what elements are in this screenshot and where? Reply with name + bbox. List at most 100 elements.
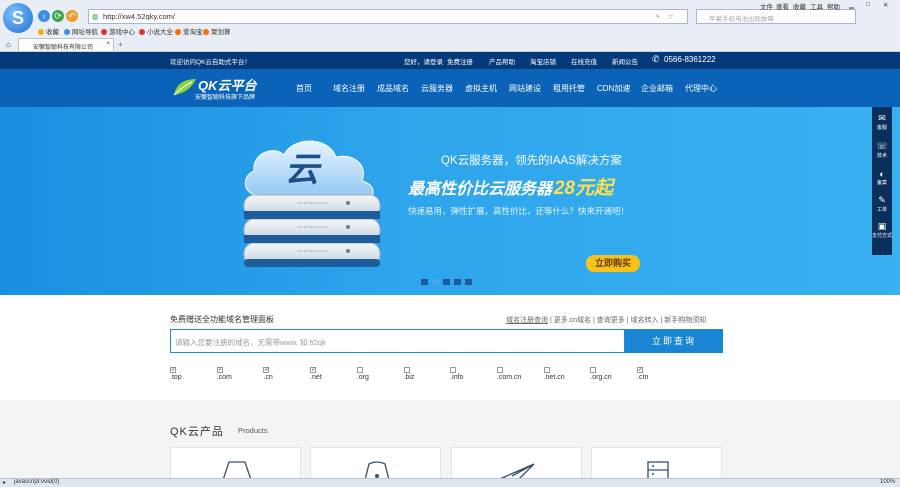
- nav-finished-domain[interactable]: 成品域名: [377, 83, 409, 94]
- shopping-guide-link[interactable]: 新手购物须知: [664, 317, 706, 324]
- fav-juhuasuan[interactable]: 聚划算: [203, 26, 231, 36]
- browser-search-input[interactable]: 苹果手机电池出现故障: [696, 9, 856, 24]
- home-icon[interactable]: ⌂: [6, 40, 11, 49]
- fav-games[interactable]: 游戏中心: [101, 26, 135, 36]
- checkbox-checked-icon[interactable]: ✓: [637, 367, 643, 373]
- carousel-dot-4[interactable]: [454, 279, 461, 285]
- minimize-icon[interactable]: ▁: [849, 1, 854, 9]
- sidebar-service[interactable]: ✉ 客服: [872, 113, 892, 131]
- product-card-2[interactable]: [310, 447, 441, 480]
- banner-line3: 快速易用，弹性扩展，高性价比，还等什么？快来开通吧！: [408, 206, 630, 216]
- checkbox-icon[interactable]: [450, 367, 457, 373]
- fav-nav[interactable]: 网址导航: [64, 26, 98, 36]
- fav-novels[interactable]: 小说大全: [139, 26, 173, 36]
- nav-agent[interactable]: 代理中心: [685, 83, 717, 94]
- edit-icon: ✎: [878, 195, 886, 205]
- zoom-level[interactable]: 100%: [880, 479, 895, 485]
- fav-taobao[interactable]: 爱淘宝: [175, 26, 203, 36]
- lightning-icon[interactable]: ⚡: [655, 12, 660, 21]
- domain-extension-0[interactable]: ✓ .top: [170, 367, 182, 381]
- domain-extension-8[interactable]: .net.cn: [543, 367, 565, 381]
- domain-search-button[interactable]: 立即查询: [625, 329, 723, 353]
- more-cn-link[interactable]: 更多.cn域名: [554, 317, 591, 324]
- back-icon[interactable]: ‹: [38, 10, 50, 22]
- hero-banner[interactable]: 云 QK云服务器，领先的IAAS解决方案 最高性价比云服务器 28元起 快速易用…: [0, 107, 900, 295]
- help-link[interactable]: 产品帮助: [489, 56, 515, 66]
- product-card-4[interactable]: [591, 447, 722, 480]
- domain-extension-7[interactable]: .com.cn: [496, 367, 521, 381]
- query-more-link[interactable]: 查询更多: [597, 317, 625, 324]
- product-card-1[interactable]: [170, 447, 301, 480]
- refresh-icon[interactable]: ⟳: [52, 10, 64, 22]
- sidebar-payment[interactable]: ▣ 支付方式: [872, 221, 892, 239]
- maximize-icon[interactable]: □: [866, 1, 870, 8]
- carousel-dot-5[interactable]: [465, 279, 472, 285]
- browser-tab[interactable]: 安徽智聪科技有限公司 ×: [18, 38, 114, 51]
- register-link[interactable]: 免费注册: [447, 56, 473, 66]
- close-icon[interactable]: ✕: [883, 1, 888, 9]
- product-card-3[interactable]: [451, 447, 582, 480]
- nav-website-build[interactable]: 网站建设: [509, 83, 541, 94]
- menu-favorites[interactable]: 收藏: [793, 1, 806, 11]
- extension-label: .com: [216, 374, 232, 381]
- nav-virtual-host[interactable]: 虚拟主机: [465, 83, 497, 94]
- nav-domain-register[interactable]: 域名注册: [333, 83, 365, 94]
- fav-favorites[interactable]: 收藏: [38, 26, 59, 36]
- menu-tools[interactable]: 工具: [810, 1, 823, 11]
- nav-cdn[interactable]: CDN加速: [597, 83, 630, 94]
- menu-file[interactable]: 文件: [760, 1, 773, 11]
- star-icon: [38, 29, 44, 35]
- nav-hosting[interactable]: 租用托管: [553, 83, 585, 94]
- star-icon[interactable]: ☆: [667, 12, 674, 21]
- domain-extension-5[interactable]: .biz: [403, 367, 414, 381]
- checkbox-icon[interactable]: [543, 367, 550, 373]
- checkbox-icon[interactable]: [356, 367, 363, 373]
- domain-extension-2[interactable]: ✓ .cn: [263, 367, 273, 381]
- new-tab-icon[interactable]: +: [118, 40, 123, 49]
- carousel-dot-1[interactable]: [421, 279, 428, 285]
- login-link[interactable]: 您好，请登录: [404, 56, 443, 66]
- address-bar[interactable]: ◍ http://xw4.52qky.com/ ⚡ ☆: [88, 9, 688, 24]
- record-icon: ◐: [879, 169, 885, 179]
- checkbox-icon[interactable]: [590, 367, 597, 373]
- recharge-link[interactable]: 在线充值: [571, 56, 597, 66]
- server-product-icon: [647, 461, 669, 480]
- domain-extension-4[interactable]: .org: [356, 367, 369, 381]
- nav-home[interactable]: 首页: [296, 83, 312, 94]
- globe-icon: [64, 29, 70, 35]
- checkbox-checked-icon[interactable]: ✓: [170, 367, 176, 373]
- buy-now-button[interactable]: 立即购买: [586, 255, 640, 272]
- domain-extension-3[interactable]: ✓ .net: [310, 367, 322, 381]
- nav-email[interactable]: 企业邮箱: [641, 83, 673, 94]
- nav-cloud-server[interactable]: 云服务器: [421, 83, 453, 94]
- extension-label: .org: [356, 374, 369, 381]
- host-product-icon: [364, 461, 390, 480]
- undo-icon[interactable]: ↶: [66, 10, 78, 22]
- carousel-dot-3[interactable]: [443, 279, 450, 285]
- sidebar-record[interactable]: ◐ 备案: [872, 169, 892, 186]
- domain-search-input[interactable]: 请输入您要注册的域名，无需带www, 如 52qk: [170, 329, 625, 353]
- checkbox-checked-icon[interactable]: ✓: [216, 367, 223, 373]
- checkbox-checked-icon[interactable]: ✓: [263, 367, 269, 373]
- sidebar-tech[interactable]: ☏ 技术: [872, 141, 892, 159]
- domain-extension-6[interactable]: .info: [450, 367, 463, 381]
- domain-extension-1[interactable]: ✓ .com: [216, 367, 232, 381]
- menu-view[interactable]: 查看: [776, 1, 789, 11]
- domain-extension-10[interactable]: ✓ .cm: [637, 367, 648, 381]
- sidebar-ticket[interactable]: ✎ 工单: [872, 195, 892, 213]
- tab-close-icon[interactable]: ×: [106, 41, 110, 47]
- server-stack: [243, 194, 381, 267]
- domain-extension-9[interactable]: .org.cn: [590, 367, 612, 381]
- taobao-link[interactable]: 淘宝店铺: [530, 56, 556, 66]
- browser-logo-icon[interactable]: S: [3, 3, 33, 33]
- domain-query-link[interactable]: 域名注册查询: [506, 317, 548, 324]
- banner-line1: QK云服务器，领先的IAAS解决方案: [441, 155, 622, 167]
- menu-help[interactable]: 帮助: [827, 1, 840, 11]
- domain-links: 域名注册查询 | 更多.cn域名 | 查询更多 | 域名转入 | 新手购物须知: [506, 317, 707, 324]
- checkbox-checked-icon[interactable]: ✓: [310, 367, 316, 373]
- checkbox-icon[interactable]: [403, 367, 410, 373]
- domain-transfer-link[interactable]: 域名转入: [631, 317, 659, 324]
- checkbox-icon[interactable]: [496, 367, 503, 373]
- carousel-dot-2[interactable]: [432, 279, 439, 285]
- news-link[interactable]: 新闻公告: [612, 56, 638, 66]
